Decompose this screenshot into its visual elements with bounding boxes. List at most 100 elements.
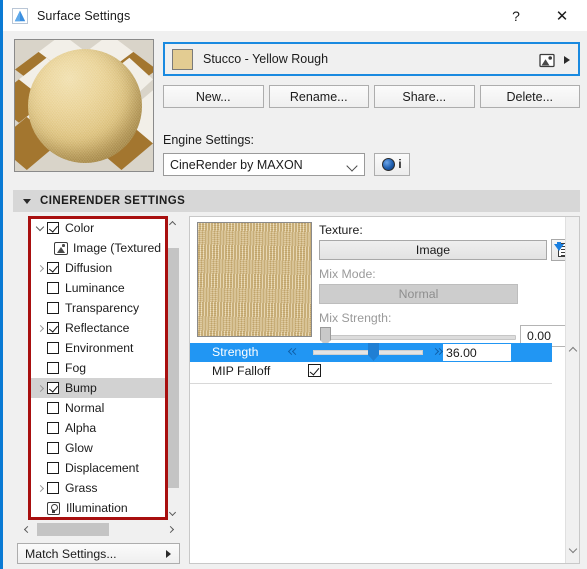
chevron-down-icon[interactable] [33, 222, 47, 231]
tree-row-environment[interactable]: Environment [31, 338, 166, 358]
chevron-right-icon[interactable] [33, 484, 47, 492]
tree-item-label: Illumination [66, 501, 128, 515]
engine-select-value: CineRender by MAXON [170, 157, 303, 172]
channel-checkbox[interactable] [47, 362, 59, 374]
tree-row-image-textured-re[interactable]: Image (Textured Re [31, 238, 166, 258]
mix-strength-slider[interactable] [328, 335, 516, 340]
tree-row-reflectance[interactable]: Reflectance [31, 318, 166, 338]
channel-checkbox[interactable] [47, 462, 59, 474]
channel-checkbox[interactable] [47, 302, 59, 314]
material-name: Stucco - Yellow Rough [203, 52, 329, 66]
render-engine-icon [382, 158, 396, 171]
tree-row-glow[interactable]: Glow [31, 438, 166, 458]
tree-item-label: Glow [65, 441, 93, 455]
tree-row-normal[interactable]: Normal [31, 398, 166, 418]
channel-tree[interactable]: Color Image (Textured Re Diffusion Luminanc… [31, 218, 166, 518]
match-settings-button[interactable]: Match Settings... [17, 543, 180, 564]
scroll-left-icon[interactable] [19, 522, 34, 537]
strength-slider-thumb[interactable] [368, 343, 379, 361]
hscrollbar-thumb[interactable] [37, 523, 109, 536]
lamp-icon [47, 501, 60, 515]
strength-row[interactable]: Strength 36.00 [190, 343, 552, 362]
image-picker-icon[interactable] [539, 52, 556, 69]
channel-checkbox[interactable] [47, 422, 59, 434]
archicad-triangle-icon [12, 7, 28, 24]
title-bar: Surface Settings ? ✕ [3, 0, 587, 31]
close-button[interactable]: ✕ [540, 0, 584, 31]
tree-row-alpha[interactable]: Alpha [31, 418, 166, 438]
material-preview[interactable] [14, 39, 154, 172]
mip-falloff-checkbox[interactable] [308, 364, 321, 377]
chevron-right-icon[interactable] [33, 324, 47, 332]
engine-select[interactable]: CineRender by MAXON [163, 153, 365, 176]
arrow-down-glyph [554, 244, 564, 251]
channel-checkbox[interactable] [47, 222, 59, 234]
triangle-right-icon [166, 550, 171, 558]
channel-tree-hscrollbar[interactable] [19, 522, 179, 537]
mip-falloff-label: MIP Falloff [212, 364, 271, 378]
scroll-up-icon[interactable] [166, 216, 179, 230]
channel-checkbox[interactable] [47, 382, 59, 394]
tree-row-luminance[interactable]: Luminance [31, 278, 166, 298]
properties-scrollbar[interactable] [565, 217, 579, 563]
strength-value[interactable]: 36.00 [443, 344, 511, 361]
channel-checkbox[interactable] [47, 402, 59, 414]
scrollbar-thumb[interactable] [166, 248, 179, 488]
texture-button[interactable]: Image [319, 240, 547, 260]
tree-item-label: Alpha [65, 421, 97, 435]
channel-checkbox[interactable] [47, 322, 59, 334]
tree-row-bump[interactable]: Bump [31, 378, 166, 398]
material-color-swatch [172, 48, 193, 70]
mip-falloff-row: MIP Falloff [190, 362, 552, 382]
double-chevron-left-icon[interactable] [287, 347, 300, 358]
channel-checkbox[interactable] [47, 342, 59, 354]
share-button[interactable]: Share... [374, 85, 475, 108]
scroll-up-icon[interactable] [566, 343, 579, 357]
strength-label: Strength [212, 345, 259, 359]
channel-checkbox[interactable] [47, 442, 59, 454]
image-icon [54, 241, 68, 255]
tree-row-grass[interactable]: Grass [31, 478, 166, 498]
texture-thumbnail[interactable] [197, 222, 312, 337]
tree-row-diffusion[interactable]: Diffusion [31, 258, 166, 278]
channel-tree-scrollbar[interactable] [166, 216, 179, 520]
engine-info-button[interactable]: i [374, 153, 410, 176]
mix-mode-label: Mix Mode: [319, 267, 376, 281]
material-name-field[interactable]: Stucco - Yellow Rough [163, 42, 580, 76]
mix-strength-label: Mix Strength: [319, 311, 392, 325]
scroll-right-icon[interactable] [164, 522, 179, 537]
scroll-down-icon[interactable] [566, 543, 579, 557]
help-button[interactable]: ? [494, 0, 538, 31]
match-settings-label: Match Settings... [25, 546, 117, 561]
scroll-down-icon[interactable] [166, 506, 179, 520]
window-title: Surface Settings [37, 8, 131, 23]
tree-item-label: Bump [65, 381, 97, 395]
channel-checkbox[interactable] [47, 282, 59, 294]
delete-button[interactable]: Delete... [479, 85, 580, 108]
engine-info-label: i [398, 158, 402, 171]
tree-row-color[interactable]: Color [31, 218, 166, 238]
tree-row-illumination[interactable]: Illumination [31, 498, 166, 518]
rename-button[interactable]: Rename... [268, 85, 369, 108]
new-button[interactable]: New... [163, 85, 264, 108]
channel-checkbox[interactable] [47, 482, 59, 494]
tree-item-label: Diffusion [65, 261, 113, 275]
double-chevron-right-icon[interactable] [431, 347, 444, 358]
channel-properties-panel: Texture: Image Mix Mode: Normal Mix Stre… [189, 216, 580, 564]
row-separator [190, 383, 552, 384]
cinerender-settings-title: CINERENDER SETTINGS [40, 195, 186, 207]
tree-row-displacement[interactable]: Displacement [31, 458, 166, 478]
tree-item-label: Environment [65, 341, 134, 355]
cinerender-settings-header[interactable]: CINERENDER SETTINGS [13, 190, 580, 212]
tree-row-fog[interactable]: Fog [31, 358, 166, 378]
preview-sphere [28, 49, 142, 163]
chevron-right-icon[interactable] [33, 264, 47, 272]
tree-item-label: Normal [65, 401, 105, 415]
triangle-down-icon [23, 198, 31, 204]
channel-checkbox[interactable] [47, 262, 59, 274]
chevron-right-icon[interactable] [33, 384, 47, 392]
triangle-right-icon[interactable] [564, 56, 570, 64]
tree-row-transparency[interactable]: Transparency [31, 298, 166, 318]
chevron-down-icon [346, 160, 358, 172]
tree-item-label: Fog [65, 361, 87, 375]
